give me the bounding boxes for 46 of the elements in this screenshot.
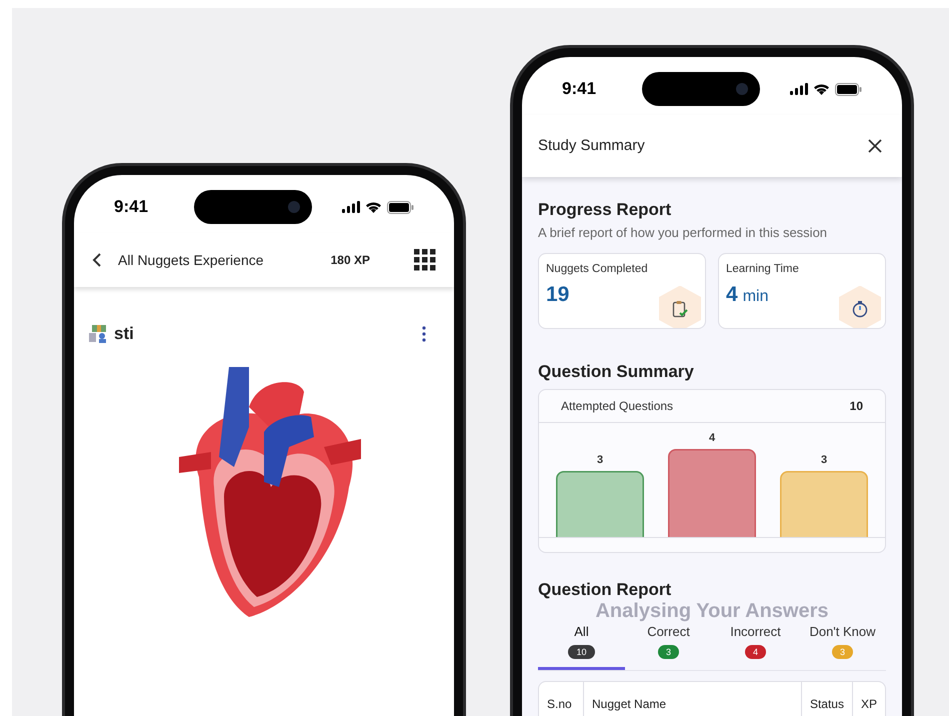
count-pill: 4 (744, 645, 766, 659)
back-icon[interactable] (92, 252, 102, 268)
column-header: Status (800, 682, 852, 716)
header-title: All Nuggets Experience (118, 250, 264, 270)
signal-icon (790, 83, 808, 95)
bar-value-label: 3 (820, 453, 828, 468)
bar-value-label: 4 (708, 431, 716, 446)
filter-tab[interactable]: All 10 (538, 622, 625, 670)
close-icon[interactable] (868, 139, 882, 153)
nugget-title: sti (114, 323, 134, 345)
stat-value: 4 (726, 282, 738, 308)
wifi-icon (365, 201, 382, 213)
attempted-count: 10 (850, 398, 863, 414)
count-pill: 3 (658, 645, 679, 659)
signal-icon (342, 201, 360, 213)
xp-count: 180 XP (330, 252, 370, 269)
count-pill: 3 (832, 645, 853, 659)
grid-menu-icon[interactable] (414, 249, 436, 271)
attempted-label: Attempted Questions (561, 398, 674, 414)
wifi-icon (813, 83, 830, 95)
column-header: S.no (546, 696, 573, 713)
filter-tab[interactable]: Correct 3 (625, 622, 712, 670)
section-title: Question Report (538, 578, 672, 600)
more-options-icon[interactable] (422, 326, 426, 342)
stopwatch-icon (851, 300, 869, 318)
stat-label: Nuggets Completed (546, 262, 649, 276)
column-header: Nugget Name (583, 682, 801, 716)
stat-value: 19 (546, 282, 570, 308)
clipboard-check-icon (672, 300, 688, 318)
nugget-icon (88, 324, 108, 344)
header-title: Study Summary (538, 136, 645, 156)
bar-value-label: 3 (596, 453, 604, 468)
battery-icon (835, 82, 862, 96)
battery-icon (387, 200, 414, 214)
count-pill: 10 (568, 645, 594, 659)
stat-label: Learning Time (726, 262, 800, 276)
section-title: Progress Report (538, 199, 672, 221)
section-subtitle: A brief report of how you performed in this session (538, 224, 828, 242)
filter-tab[interactable]: Incorrect 4 (712, 622, 799, 670)
column-header: XP (852, 682, 885, 716)
section-title: Question Summary (538, 360, 695, 382)
status-time: 9:41 (562, 78, 598, 100)
overlay-text: Analysing Your Answers (595, 600, 829, 620)
stat-unit: min (742, 286, 768, 307)
status-time: 9:41 (114, 196, 150, 218)
filter-tab[interactable]: Don't Know 3 (799, 622, 886, 670)
